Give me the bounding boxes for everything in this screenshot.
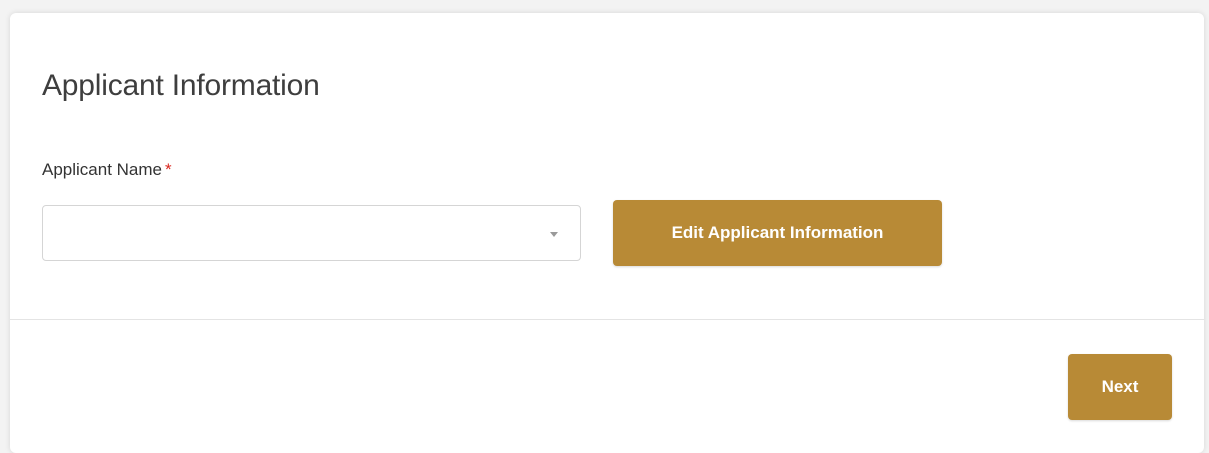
required-marker: *	[165, 160, 172, 179]
applicant-name-label: Applicant Name *	[42, 159, 172, 181]
chevron-down-icon	[550, 232, 558, 237]
applicant-name-label-text: Applicant Name	[42, 160, 163, 179]
next-button[interactable]: Next	[1068, 354, 1172, 420]
applicant-information-card: Applicant Information Applicant Name * Ed…	[10, 13, 1204, 453]
section-title: Applicant Information	[42, 69, 320, 102]
applicant-name-select[interactable]	[42, 205, 581, 261]
edit-applicant-information-button[interactable]: Edit Applicant Information	[613, 200, 942, 266]
divider	[10, 319, 1204, 320]
